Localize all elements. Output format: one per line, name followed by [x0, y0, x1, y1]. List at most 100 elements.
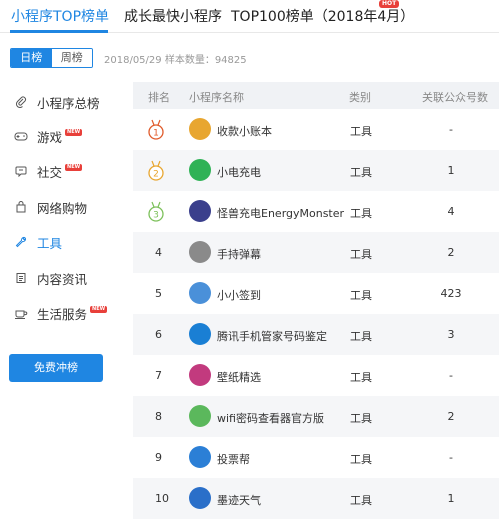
document-icon [14, 271, 28, 285]
app-icon [189, 282, 211, 304]
linked-account-count: 2 [447, 410, 455, 423]
linked-account-count: 423 [440, 287, 462, 300]
table-row[interactable]: 7 壁纸精选 工具 - [133, 355, 499, 396]
active-tab-indicator [10, 30, 108, 33]
table-row[interactable]: 8 wifi密码查看器官方版 工具 2 [133, 396, 499, 437]
daily-button[interactable]: 日榜 [11, 49, 52, 67]
sidebar: 小程序总榜 游戏 NEW 社交 NEW 网络购物 工具 内容资讯 生活服务 NE… [0, 80, 120, 521]
chat-icon [14, 164, 28, 178]
new-badge: NEW [65, 128, 83, 136]
app-name[interactable]: 手持弹幕 [217, 246, 261, 262]
app-category: 工具 [350, 453, 372, 466]
app-category: 工具 [350, 125, 372, 138]
header-linked-accounts: 关联公众号数 [422, 91, 488, 104]
table-row[interactable]: 9 投票帮 工具 - [133, 437, 499, 478]
header-name: 小程序名称 [189, 91, 244, 104]
sidebar-item-social[interactable]: 社交 NEW [14, 161, 83, 181]
app-category: 工具 [350, 494, 372, 507]
rank-value: 10 [155, 492, 169, 505]
header-rank: 排名 [148, 91, 170, 104]
sidebar-item-label: 内容资讯 [37, 271, 88, 287]
sidebar-item-label: 网络购物 [37, 200, 88, 216]
app-icon [189, 323, 211, 345]
table-row[interactable]: 5 小小签到 工具 423 [133, 273, 499, 314]
sidebar-item-tools[interactable]: 工具 [14, 232, 62, 252]
new-badge: NEW [65, 163, 83, 171]
rank-value: 1 [153, 129, 159, 139]
free-boost-button[interactable]: 免费冲榜 [9, 354, 103, 382]
app-name[interactable]: 小小签到 [217, 287, 261, 303]
app-name[interactable]: 墨迹天气 [217, 492, 261, 508]
app-category: 工具 [350, 166, 372, 179]
rank-value: 6 [155, 328, 162, 341]
table-row[interactable]: 10 墨迹天气 工具 1 [133, 478, 499, 519]
rank-value: 2 [153, 170, 159, 180]
table-row[interactable]: 6 腾讯手机管家号码鉴定 工具 3 [133, 314, 499, 355]
table-row[interactable]: 4 手持弹幕 工具 2 [133, 232, 499, 273]
app-name[interactable]: 腾讯手机管家号码鉴定 [217, 328, 327, 344]
wrench-icon [14, 235, 28, 249]
app-icon [189, 405, 211, 427]
app-category: 工具 [350, 330, 372, 343]
sidebar-item-overall[interactable]: 小程序总榜 [14, 92, 100, 112]
app-icon [189, 487, 211, 509]
app-name[interactable]: wifi密码查看器官方版 [217, 410, 324, 426]
sidebar-item-life-services[interactable]: 生活服务 NEW [14, 303, 108, 323]
date-sample-info: 2018/05/29 样本数量：94825 [104, 55, 247, 66]
shopping-bag-icon [14, 200, 28, 214]
app-icon [189, 241, 211, 263]
sidebar-item-label: 小程序总榜 [37, 95, 100, 111]
app-name[interactable]: 小电充电 [217, 164, 261, 180]
gold-medal-icon: 1 [146, 119, 166, 144]
sidebar-item-games[interactable]: 游戏 NEW [14, 126, 83, 146]
hot-badge: HOT [379, 0, 400, 8]
weekly-button[interactable]: 周榜 [51, 49, 92, 67]
sidebar-item-label: 社交 [37, 164, 63, 180]
linked-account-count: - [449, 123, 453, 136]
linked-account-count: 2 [447, 246, 455, 259]
rank-value: 3 [153, 211, 159, 221]
table-row[interactable]: 1 收款小账本 工具 - [133, 109, 499, 150]
rank-value: 9 [155, 451, 162, 464]
new-badge: NEW [90, 305, 108, 313]
linked-account-count: 3 [447, 328, 455, 341]
period-toggle: 日榜 周榜 [10, 48, 93, 68]
app-name[interactable]: 壁纸精选 [217, 369, 261, 385]
top-tabs: 小程序TOP榜单 成长最快小程序 TOP100榜单（2018年4月） HOT [0, 0, 499, 33]
app-icon [189, 200, 211, 222]
rank-value: 5 [155, 287, 162, 300]
app-category: 工具 [350, 412, 372, 425]
app-name[interactable]: 怪兽充电EnergyMonster [217, 205, 344, 221]
sidebar-item-label: 工具 [37, 235, 63, 251]
silver-medal-icon: 2 [146, 160, 166, 185]
paperclip-icon [14, 95, 28, 109]
filter-row: 日榜 周榜 2018/05/29 样本数量：94825 [0, 40, 499, 70]
header-category: 类别 [349, 91, 371, 104]
app-category: 工具 [350, 289, 372, 302]
table-row[interactable]: 2 小电充电 工具 1 [133, 150, 499, 191]
tab-fastest-growing[interactable]: 成长最快小程序 [124, 6, 222, 26]
rank-value: 8 [155, 410, 162, 423]
linked-account-count: - [449, 451, 453, 464]
table-row[interactable]: 3 怪兽充电EnergyMonster 工具 4 [133, 191, 499, 232]
app-category: 工具 [350, 207, 372, 220]
rank-value: 4 [155, 246, 162, 259]
sidebar-item-label: 游戏 [37, 129, 63, 145]
linked-account-count: 1 [447, 164, 455, 177]
app-icon [189, 118, 211, 140]
bronze-medal-icon: 3 [146, 201, 166, 226]
app-category: 工具 [350, 371, 372, 384]
app-category: 工具 [350, 248, 372, 261]
linked-account-count: 4 [447, 205, 455, 218]
linked-account-count: 1 [447, 492, 455, 505]
app-icon [189, 446, 211, 468]
rank-value: 7 [155, 369, 162, 382]
app-name[interactable]: 投票帮 [217, 451, 250, 467]
coffee-icon [14, 306, 28, 320]
sidebar-item-news[interactable]: 内容资讯 [14, 268, 87, 288]
tab-top-list[interactable]: 小程序TOP榜单 [11, 6, 109, 26]
app-name[interactable]: 收款小账本 [217, 123, 272, 139]
linked-account-count: - [449, 369, 453, 382]
tab-top100[interactable]: TOP100榜单（2018年4月） [231, 6, 414, 26]
sidebar-item-shopping[interactable]: 网络购物 [14, 197, 87, 217]
